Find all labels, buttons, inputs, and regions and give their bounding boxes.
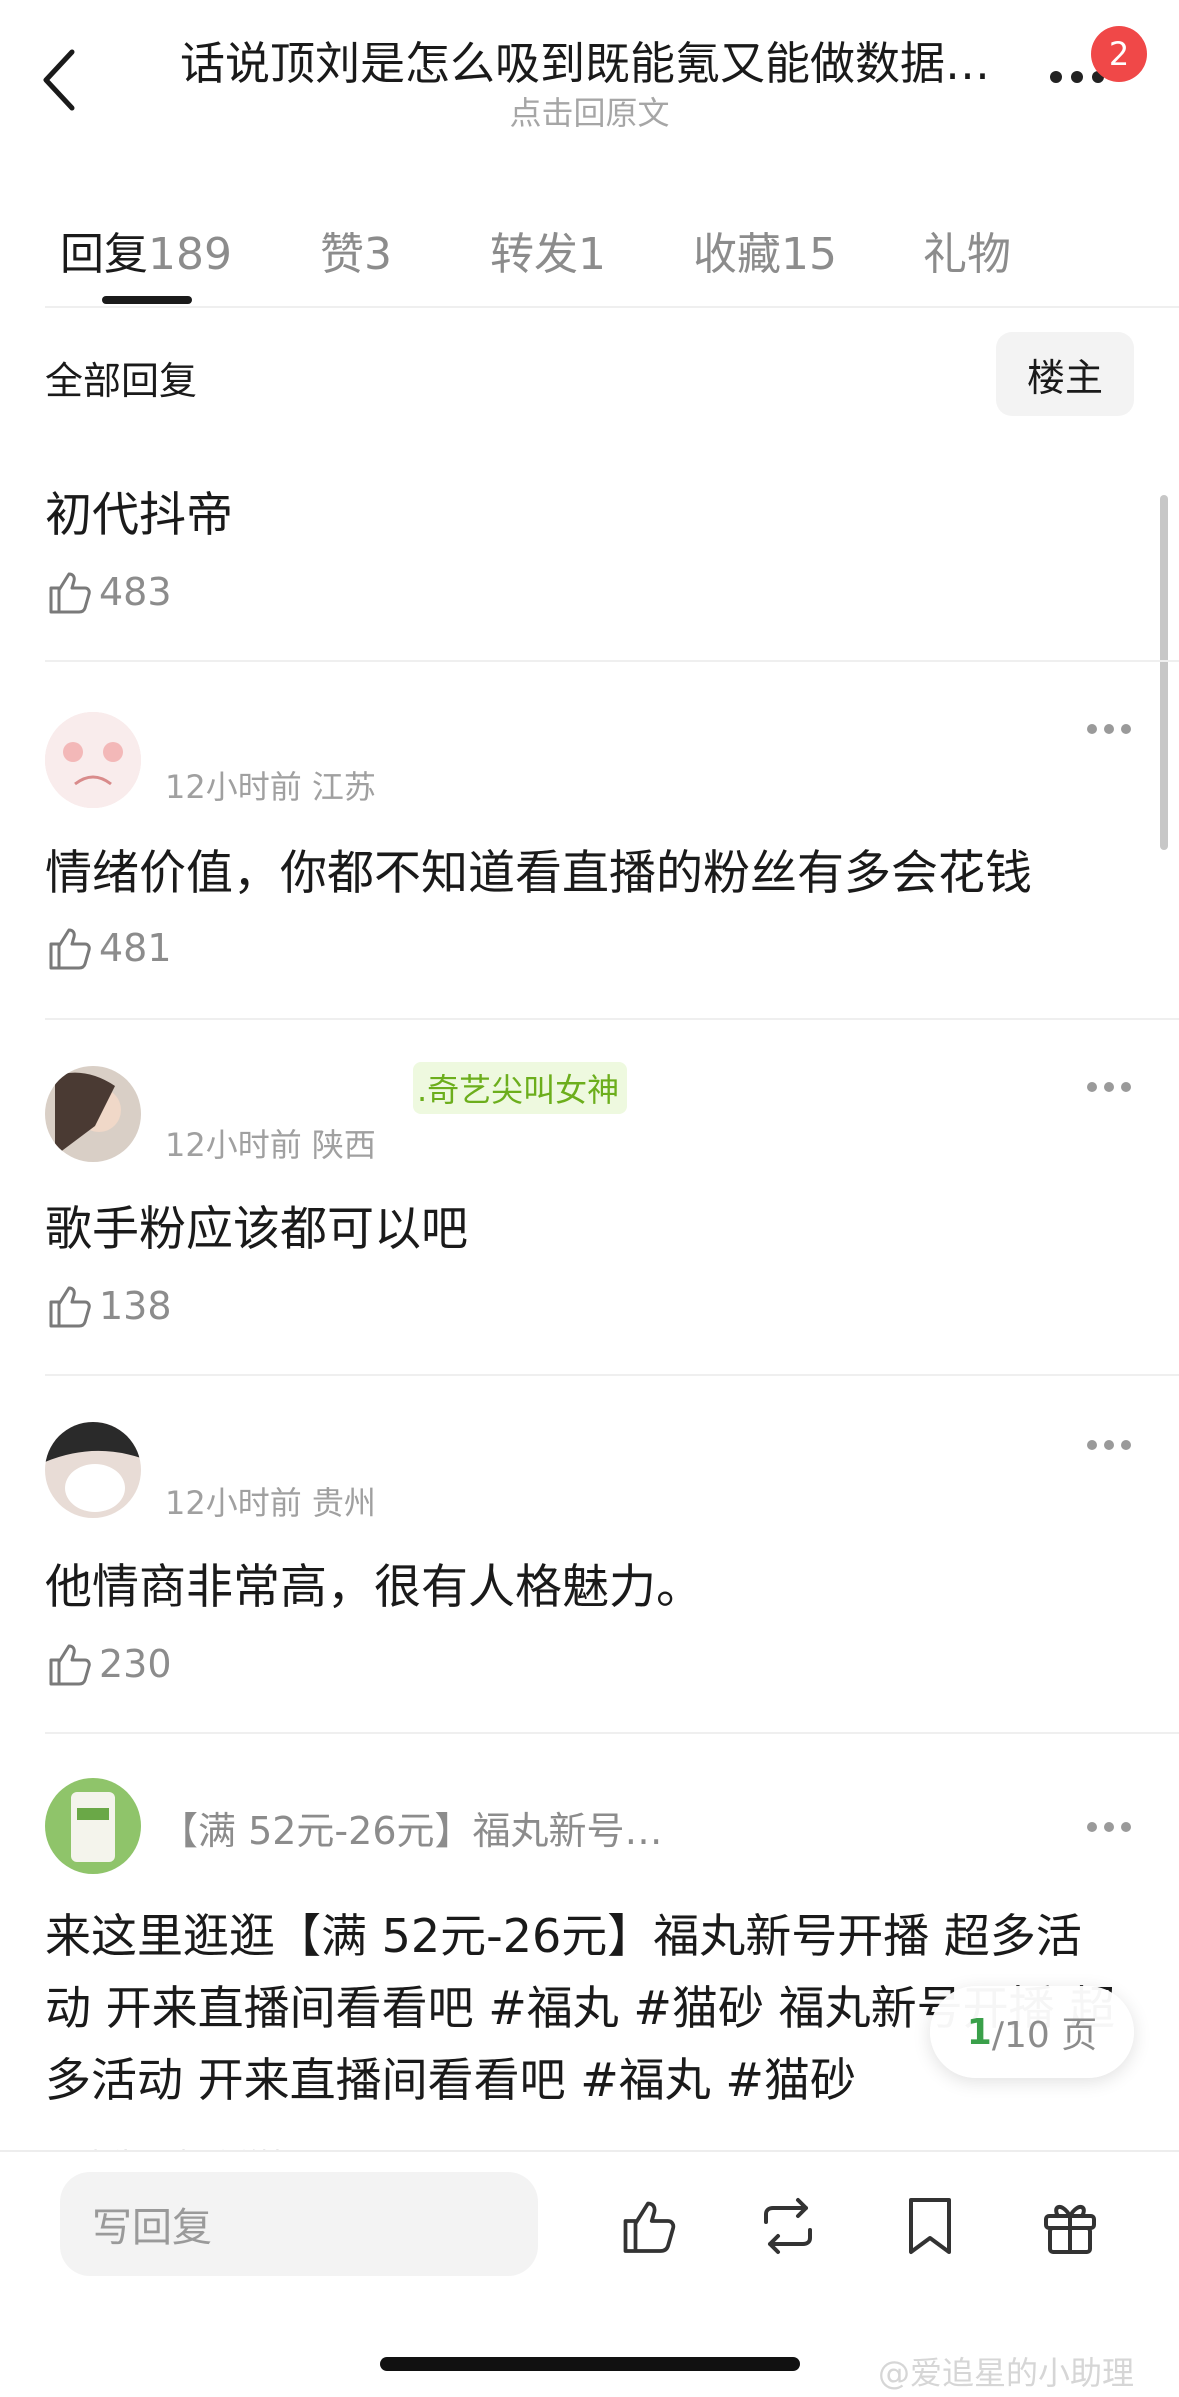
divider [45,306,1179,308]
like-post-button[interactable] [614,2192,682,2260]
back-to-original-link[interactable]: 点击回原文 [0,88,1179,134]
more-dot-icon [1071,71,1083,83]
comment-time: 12小时前 [165,768,302,806]
comment-meta: 12小时前 江苏 [165,762,376,808]
thumbs-up-icon [49,572,91,614]
more-dot-icon [1121,724,1131,734]
tab-favorites[interactable]: 收藏15 [693,218,837,282]
more-dot-icon [1087,1440,1097,1450]
more-dot-icon [1121,1082,1131,1092]
post-title[interactable]: 话说顶刘是怎么吸到既能氪又能做数据… [180,36,1000,92]
like-count: 483 [99,570,172,614]
reply-input[interactable]: 写回复 [60,2172,538,2276]
comment-location: 陕西 [311,1126,376,1164]
like-count: 481 [99,926,172,970]
more-dot-icon [1104,724,1114,734]
top-bar: 话说顶刘是怎么吸到既能氪又能做数据… 点击回原文 2 [0,0,1179,170]
like-count: 138 [99,1284,172,1328]
avatar-image [45,1422,141,1518]
bookmark-button[interactable] [896,2192,964,2260]
gift-button[interactable] [1036,2192,1104,2260]
comment-meta: 12小时前 贵州 [165,1478,376,1524]
more-dot-icon [1104,1082,1114,1092]
avatar-image [45,1066,141,1162]
tab-count: 189 [148,229,232,280]
user-title-tag: .奇艺尖叫女神 [413,1062,628,1114]
tab-gifts[interactable]: 礼物 [923,218,1011,282]
comment-text: 他情商非常高，很有人格魅力。 [45,1560,703,1615]
tab-label: 回复 [60,229,148,280]
bookmark-icon [909,2198,951,2254]
repost-icon [764,2198,812,2254]
like-button[interactable]: 481 [45,920,172,976]
active-tab-indicator [102,296,192,304]
avatar[interactable] [45,712,141,808]
thumbs-up-icon [623,2201,676,2253]
comment-text: 歌手粉应该都可以吧 [45,1202,468,1257]
comment-more-button[interactable] [1087,724,1133,738]
comment-time: 12小时前 [165,1484,302,1522]
scrollbar[interactable] [1160,495,1168,850]
comment-more-button[interactable] [1087,1822,1133,1836]
more-dot-icon [1104,1440,1114,1450]
page-indicator[interactable]: 1/10 页 [930,1986,1134,2078]
more-dot-icon [1104,1822,1114,1832]
more-dot-icon [1087,1822,1097,1832]
repost-button[interactable] [754,2192,822,2260]
owner-only-button[interactable]: 楼主 [996,332,1134,416]
tab-count: 15 [781,229,837,280]
tab-likes[interactable]: 赞3 [320,218,392,282]
more-dot-icon [1087,724,1097,734]
comment-more-button[interactable] [1087,1082,1133,1096]
tab-label: 转发 [490,229,578,280]
notification-badge: 2 [1091,26,1147,82]
current-page: 1 [966,2011,992,2053]
divider [45,1018,1179,1020]
comment-time: 12小时前 [165,1126,302,1164]
avatar-image [45,712,141,808]
comment-text: 初代抖帝 [45,488,233,543]
all-replies-filter[interactable]: 全部回复 [45,350,197,405]
tab-label: 收藏 [693,229,781,280]
ad-avatar[interactable] [45,1778,141,1874]
more-dot-icon [1050,71,1062,83]
thumbs-up-icon [49,1286,91,1328]
avatar-image [45,1778,141,1874]
ad-account-name[interactable]: 【满 52元-26元】福丸新号… [160,1800,663,1855]
like-button[interactable]: 483 [45,564,172,620]
comment-text: 情绪价值，你都不知道看直播的粉丝有多会花钱 [45,846,1032,901]
home-indicator[interactable] [380,2357,800,2371]
divider [45,660,1179,662]
avatar[interactable] [45,1422,141,1518]
ad-text-line: 来这里逛逛【满 52元-26元】福丸新号开播 超多活 [45,1909,1082,1963]
more-dot-icon [1087,1082,1097,1092]
more-dot-icon [1121,1822,1131,1832]
like-button[interactable]: 138 [45,1278,172,1334]
comment-more-button[interactable] [1087,1440,1133,1454]
tab-bar: 回复189 赞3 转发1 收藏15 礼物 [0,200,1179,310]
comment-meta: 12小时前 陕西 [165,1120,376,1166]
tab-replies[interactable]: 回复189 [60,218,232,282]
thumbs-up-icon [49,1644,91,1686]
tab-label: 礼物 [923,229,1011,280]
like-button[interactable]: 230 [45,1636,172,1692]
tab-label: 赞 [320,229,364,280]
tab-count: 3 [364,229,392,280]
tab-count: 1 [578,229,606,280]
tab-reposts[interactable]: 转发1 [490,218,606,282]
divider [45,1374,1179,1376]
gift-icon [1044,2205,1096,2254]
comment-location: 贵州 [311,1484,376,1522]
avatar[interactable] [45,1066,141,1162]
watermark: @爱追星的小助理 [878,2354,1135,2392]
thumbs-up-icon [49,928,91,970]
comment-location: 江苏 [311,768,376,806]
more-dot-icon [1121,1440,1131,1450]
total-pages: /10 页 [991,2015,1098,2056]
like-count: 230 [99,1642,172,1686]
divider [45,1732,1179,1734]
